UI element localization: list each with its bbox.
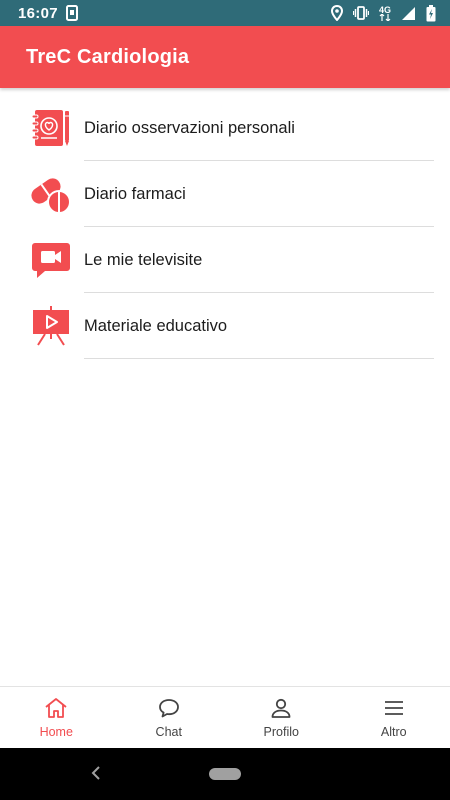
menu-item-label: Diario farmaci <box>84 184 186 203</box>
vibrate-icon <box>352 6 369 20</box>
network-type-label: 4G <box>378 4 391 21</box>
video-chat-icon <box>30 239 72 281</box>
menu-item-televisite[interactable]: Le mie televisite <box>0 227 450 293</box>
nav-tab-label: Altro <box>380 724 407 739</box>
nav-tab-profilo[interactable]: Profilo <box>225 687 338 748</box>
status-time: 16:07 <box>18 4 58 22</box>
app-title: TreC Cardiologia <box>26 45 190 68</box>
signal-icon <box>401 6 416 21</box>
notification-icon <box>65 5 78 21</box>
menu-item-label: Le mie televisite <box>84 250 203 269</box>
nav-tab-label: Home <box>39 724 73 739</box>
location-icon <box>330 5 343 21</box>
app-bar: TreC Cardiologia <box>0 26 450 88</box>
divider <box>84 358 434 359</box>
status-bar: 16:07 4G <box>0 0 450 26</box>
hamburger-menu-icon <box>382 697 406 722</box>
menu-item-diario-osservazioni[interactable]: Diario osservazioni personali <box>0 95 450 161</box>
nav-tab-label: Profilo <box>263 724 299 739</box>
presentation-icon <box>30 305 72 347</box>
nav-tab-home[interactable]: Home <box>0 687 113 748</box>
nav-tab-label: Chat <box>155 724 182 739</box>
nav-tab-altro[interactable]: Altro <box>338 687 450 748</box>
system-navigation-bar <box>0 748 450 800</box>
chat-bubble-icon <box>157 697 181 722</box>
home-gesture-pill[interactable] <box>209 768 241 780</box>
menu-item-label: Diario osservazioni personali <box>84 118 295 137</box>
battery-charging-icon <box>426 4 436 22</box>
menu-item-diario-farmaci[interactable]: Diario farmaci <box>0 161 450 227</box>
menu-item-label: Materiale educativo <box>84 316 228 335</box>
home-menu-list: Diario osservazioni personali Diario far… <box>0 95 450 359</box>
pills-icon <box>30 173 72 215</box>
back-button[interactable] <box>90 765 102 786</box>
menu-item-materiale-educativo[interactable]: Materiale educativo <box>0 293 450 359</box>
network-type-text: 4G <box>378 4 391 15</box>
home-icon <box>44 697 68 722</box>
diary-heart-icon <box>30 107 72 149</box>
person-icon <box>269 697 293 722</box>
nav-tab-chat[interactable]: Chat <box>113 687 226 748</box>
bottom-navigation: Home Chat Profilo Altro <box>0 686 450 748</box>
data-arrows-icon <box>379 13 391 21</box>
